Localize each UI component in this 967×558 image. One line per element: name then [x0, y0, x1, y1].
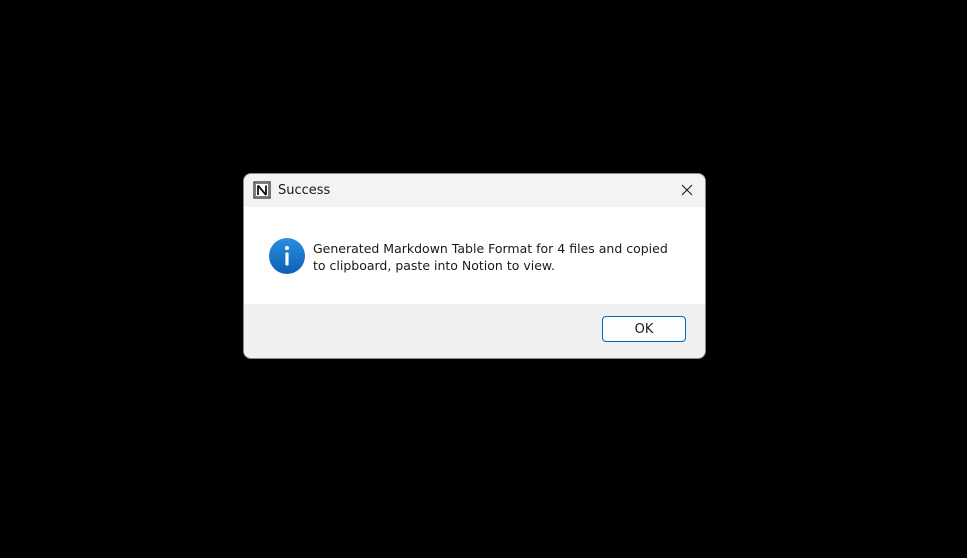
close-icon [681, 181, 693, 200]
notion-logo-icon [253, 181, 271, 199]
ok-button[interactable]: OK [602, 316, 686, 342]
success-dialog: Success Generated Markdown Table Format … [243, 173, 706, 359]
dialog-titlebar[interactable]: Success [244, 174, 705, 207]
close-button[interactable] [669, 174, 705, 207]
info-icon [268, 237, 306, 275]
dialog-message: Generated Markdown Table Format for 4 fi… [313, 241, 668, 273]
dialog-content: Generated Markdown Table Format for 4 fi… [244, 207, 705, 304]
dialog-title: Success [278, 183, 331, 198]
dialog-footer: OK [244, 304, 705, 358]
